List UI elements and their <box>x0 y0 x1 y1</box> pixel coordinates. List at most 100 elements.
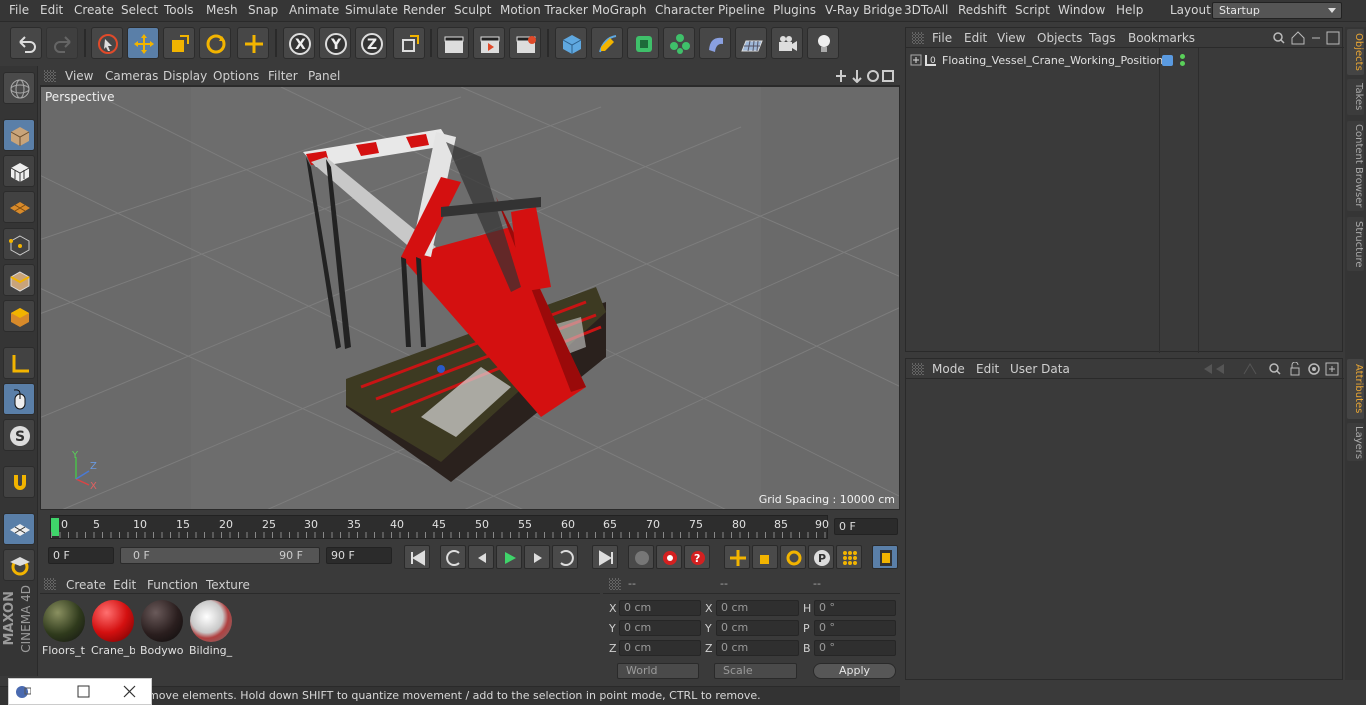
model-mode-button[interactable] <box>3 119 35 151</box>
viewport-nav-icons[interactable] <box>835 69 899 83</box>
expand-plus-icon[interactable] <box>910 54 922 66</box>
play-button[interactable] <box>496 545 522 569</box>
undo-button[interactable] <box>10 27 42 59</box>
rotation-p-field[interactable]: 0 ° <box>814 620 896 636</box>
panel-grip-icon[interactable] <box>44 578 56 590</box>
viewport-menu-cameras[interactable]: Cameras <box>105 69 158 83</box>
size-y-field[interactable]: 0 cm <box>716 620 799 636</box>
menu-window[interactable]: Window <box>1058 3 1105 17</box>
current-frame-field[interactable]: 0 F <box>834 518 898 535</box>
object-menu-view[interactable]: View <box>997 31 1025 45</box>
add-mograph-button[interactable] <box>663 27 695 59</box>
object-menu-tags[interactable]: Tags <box>1089 31 1116 45</box>
viewport-menu-display[interactable]: Display <box>163 69 207 83</box>
workplane-lock-button[interactable] <box>3 513 35 545</box>
end-frame-field[interactable]: 90 F <box>326 547 392 564</box>
attribute-menu-user-data[interactable]: User Data <box>1010 362 1070 376</box>
add-environment-button[interactable] <box>735 27 767 59</box>
menu-snap[interactable]: Snap <box>248 3 278 17</box>
object-header-icons[interactable] <box>1272 31 1342 45</box>
menu-redshift[interactable]: Redshift <box>958 3 1007 17</box>
viewport-menu-view[interactable]: View <box>65 69 93 83</box>
maximize-icon[interactable] <box>77 685 91 699</box>
menu-render[interactable]: Render <box>403 3 446 17</box>
menu-file[interactable]: File <box>9 3 29 17</box>
add-nurbs-button[interactable] <box>627 27 659 59</box>
snap-button[interactable] <box>3 466 35 498</box>
edges-mode-button[interactable] <box>3 264 35 296</box>
make-editable-button[interactable] <box>3 72 35 104</box>
workplane-mode-button[interactable] <box>3 191 35 223</box>
position-x-field[interactable]: 0 cm <box>619 600 701 616</box>
timeline-window-button[interactable] <box>872 545 898 569</box>
key-scale-button[interactable] <box>752 545 778 569</box>
scale-tool-button[interactable] <box>163 27 195 59</box>
key-position-button[interactable] <box>724 545 750 569</box>
move-tool-button[interactable] <box>127 27 159 59</box>
add-light-button[interactable] <box>807 27 839 59</box>
previous-key-button[interactable] <box>440 545 466 569</box>
render-to-picture-viewer-button[interactable] <box>473 27 505 59</box>
apply-button[interactable]: Apply <box>813 663 896 679</box>
object-menu-bookmarks[interactable]: Bookmarks <box>1128 31 1195 45</box>
menu-character[interactable]: Character <box>655 3 714 17</box>
material-menu-function[interactable]: Function <box>147 578 198 592</box>
redo-button[interactable] <box>46 27 78 59</box>
object-name[interactable]: Floating_Vessel_Crane_Working_Position <box>942 54 1163 67</box>
x-axis-lock-button[interactable]: X <box>283 27 315 59</box>
position-y-field[interactable]: 0 cm <box>619 620 701 636</box>
polygons-mode-button[interactable] <box>3 300 35 332</box>
panel-grip-icon[interactable] <box>609 578 621 590</box>
keyframe-selection-button[interactable]: ? <box>684 545 710 569</box>
next-key-button[interactable] <box>552 545 578 569</box>
material-menu-create[interactable]: Create <box>66 578 106 592</box>
render-visibility-dot[interactable] <box>1180 61 1185 66</box>
live-selection-button[interactable] <box>91 27 123 59</box>
add-deformer-button[interactable] <box>699 27 731 59</box>
tweak-mode-button[interactable] <box>3 383 35 415</box>
menu-create[interactable]: Create <box>74 3 114 17</box>
size-z-field[interactable]: 0 cm <box>716 640 799 656</box>
viewport-menu-options[interactable]: Options <box>213 69 259 83</box>
menu-simulate[interactable]: Simulate <box>345 3 398 17</box>
menu-mograph[interactable]: MoGraph <box>592 3 647 17</box>
menu-help[interactable]: Help <box>1116 3 1143 17</box>
previous-frame-button[interactable] <box>468 545 494 569</box>
layout-select[interactable]: Startup <box>1212 2 1342 19</box>
key-parameter-button[interactable]: P <box>808 545 834 569</box>
go-to-end-button[interactable] <box>592 545 618 569</box>
menu-tools[interactable]: Tools <box>164 3 194 17</box>
menu-select[interactable]: Select <box>121 3 158 17</box>
menu-pipeline[interactable]: Pipeline <box>718 3 765 17</box>
material-item[interactable]: Crane_b <box>91 598 135 658</box>
key-rotation-button[interactable] <box>780 545 806 569</box>
menu-plugins[interactable]: Plugins <box>773 3 816 17</box>
transform-tool-button[interactable] <box>237 27 269 59</box>
menu-vray-bridge[interactable]: V-Ray Bridge <box>825 3 902 17</box>
tab-takes[interactable]: Takes <box>1347 79 1364 115</box>
attribute-header-icons[interactable] <box>1202 362 1342 376</box>
render-settings-button[interactable] <box>509 27 541 59</box>
menu-script[interactable]: Script <box>1015 3 1050 17</box>
material-menu-texture[interactable]: Texture <box>206 578 250 592</box>
tab-structure[interactable]: Structure <box>1347 217 1364 271</box>
material-menu-edit[interactable]: Edit <box>113 578 136 592</box>
add-spline-button[interactable] <box>591 27 623 59</box>
attribute-menu-edit[interactable]: Edit <box>976 362 999 376</box>
start-frame-field[interactable]: 0 F <box>48 547 114 564</box>
object-menu-objects[interactable]: Objects <box>1037 31 1082 45</box>
axis-mode-button[interactable] <box>3 347 35 379</box>
add-camera-button[interactable] <box>771 27 803 59</box>
record-keys-button[interactable] <box>628 545 654 569</box>
object-row[interactable]: 0 Floating_Vessel_Crane_Working_Position <box>906 52 1344 70</box>
layer-color-swatch[interactable] <box>1162 55 1173 66</box>
next-frame-button[interactable] <box>524 545 550 569</box>
menu-motion-tracker[interactable]: Motion Tracker <box>500 3 588 17</box>
rotate-tool-button[interactable] <box>199 27 231 59</box>
panel-grip-icon[interactable] <box>912 363 924 375</box>
frame-range-slider[interactable]: 0 F 90 F <box>120 547 320 564</box>
y-axis-lock-button[interactable]: Y <box>319 27 351 59</box>
viewport-camera-label[interactable]: Perspective <box>45 90 115 104</box>
menu-animate[interactable]: Animate <box>289 3 339 17</box>
tab-layers[interactable]: Layers <box>1347 423 1364 461</box>
